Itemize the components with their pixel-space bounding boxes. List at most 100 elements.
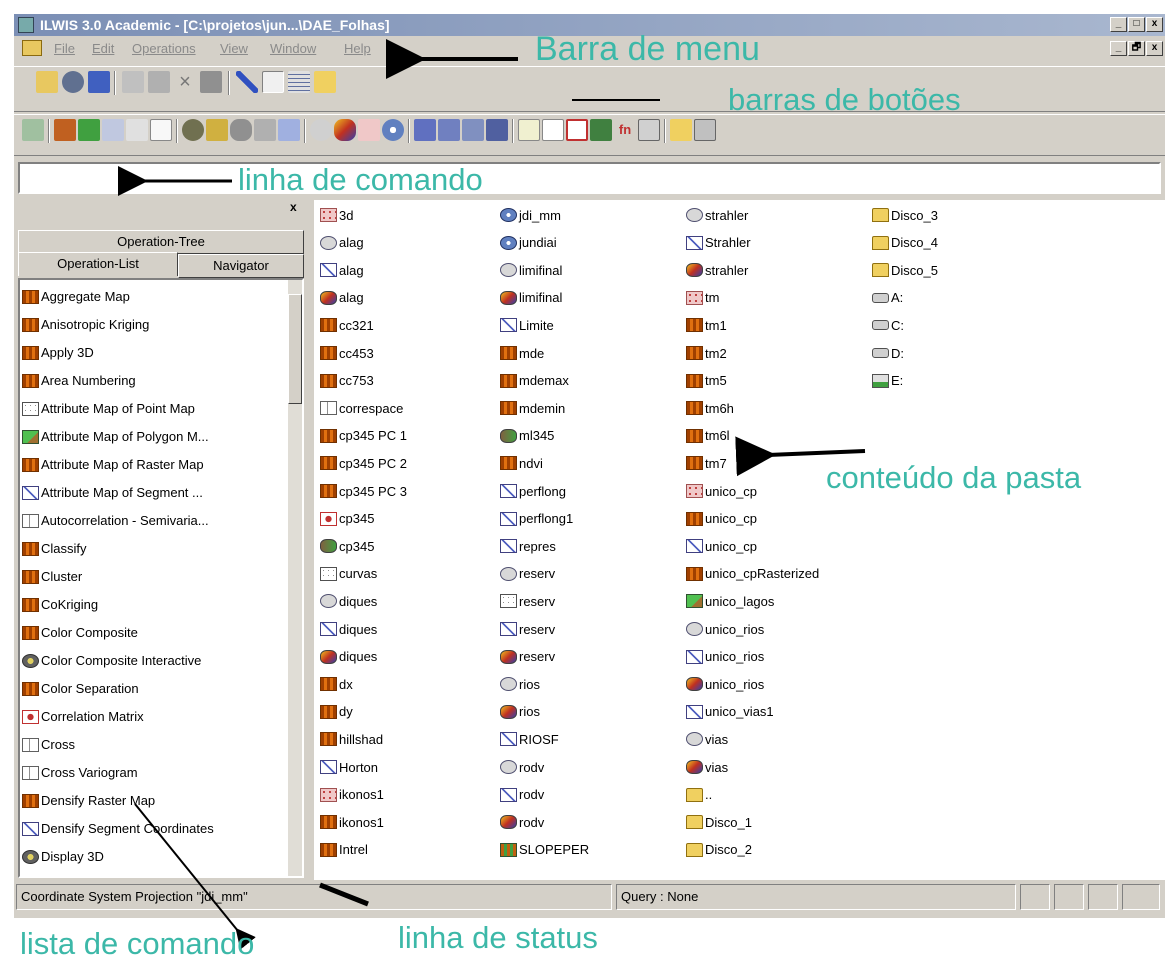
- sample-set-icon[interactable]: [486, 119, 508, 141]
- info-icon[interactable]: [88, 71, 110, 93]
- user-function-icon[interactable]: fn: [614, 119, 636, 141]
- catalog-item[interactable]: mde: [500, 342, 544, 364]
- catalog-item[interactable]: alag: [320, 259, 364, 281]
- operation-item[interactable]: Aggregate Map: [22, 284, 130, 309]
- menu-operations[interactable]: Operations: [132, 41, 196, 56]
- mdi-restore-button[interactable]: 🗗: [1128, 41, 1145, 56]
- representation-icon[interactable]: [334, 119, 356, 141]
- filter-icon[interactable]: [462, 119, 484, 141]
- coordinate-system-icon[interactable]: [382, 119, 404, 141]
- catalog-item[interactable]: diques: [320, 646, 377, 668]
- catalog-item[interactable]: ikonos1: [320, 784, 384, 806]
- menu-window[interactable]: Window: [270, 41, 316, 56]
- catalog-item[interactable]: cp345: [320, 508, 374, 530]
- catalog-item[interactable]: cp345 PC 1: [320, 425, 407, 447]
- map-list-icon[interactable]: [182, 119, 204, 141]
- georeference-icon[interactable]: [358, 119, 380, 141]
- operation-item[interactable]: Attribute Map of Point Map: [22, 396, 195, 421]
- catalog-item[interactable]: ndvi: [500, 452, 543, 474]
- catalog-item[interactable]: A:: [872, 287, 903, 309]
- catalog-item[interactable]: limifinal: [500, 259, 562, 281]
- catalog-item[interactable]: reserv: [500, 590, 555, 612]
- mdi-minimize-button[interactable]: _: [1110, 41, 1127, 56]
- catalog-item[interactable]: E:: [872, 370, 903, 392]
- catalog-item[interactable]: Disco_1: [686, 811, 752, 833]
- drive-icon[interactable]: [694, 119, 716, 141]
- catalog-item[interactable]: cc453: [320, 342, 374, 364]
- catalog-item[interactable]: tm6h: [686, 397, 734, 419]
- catalog-item[interactable]: unico_rios: [686, 618, 764, 640]
- catalog-item[interactable]: Horton: [320, 756, 378, 778]
- folder-icon[interactable]: [670, 119, 692, 141]
- catalog-item[interactable]: ml345: [500, 425, 554, 447]
- delete-icon[interactable]: ×: [174, 71, 196, 93]
- catalog-item[interactable]: curvas: [320, 563, 377, 585]
- panel-close-button[interactable]: x: [290, 200, 297, 214]
- catalog-item[interactable]: unico_cp: [686, 508, 757, 530]
- catalog-item[interactable]: perflong: [500, 480, 566, 502]
- paste-icon[interactable]: [148, 71, 170, 93]
- menu-edit[interactable]: Edit: [92, 41, 114, 56]
- new-point-icon[interactable]: [126, 119, 148, 141]
- catalog-item[interactable]: dy: [320, 701, 353, 723]
- catalog-item[interactable]: repres: [500, 535, 556, 557]
- catalog-item[interactable]: diques: [320, 618, 377, 640]
- catalog-item[interactable]: alag: [320, 287, 364, 309]
- catalog-item[interactable]: cp345 PC 2: [320, 452, 407, 474]
- catalog-item[interactable]: reserv: [500, 563, 555, 585]
- up-folder-icon[interactable]: [314, 71, 336, 93]
- catalog-item[interactable]: cc753: [320, 370, 374, 392]
- properties-icon[interactable]: [62, 71, 84, 93]
- catalog-item[interactable]: tm: [686, 287, 719, 309]
- list-view-icon[interactable]: [262, 71, 284, 93]
- annotation-text-icon[interactable]: [542, 119, 564, 141]
- operation-item[interactable]: Classify: [22, 536, 87, 561]
- catalog-item[interactable]: hillshad: [320, 728, 383, 750]
- operation-list[interactable]: Aggregate Map Anisotropic Kriging Apply 3D…: [18, 278, 304, 878]
- catalog-folder-icon[interactable]: [22, 40, 42, 56]
- catalog-item[interactable]: Disco_5: [872, 259, 938, 281]
- operation-item[interactable]: Attribute Map of Raster Map: [22, 452, 204, 477]
- catalog-item[interactable]: vias: [686, 728, 728, 750]
- ilwis-app-icon[interactable]: [18, 17, 34, 33]
- catalog-item[interactable]: RIOSF: [500, 728, 559, 750]
- catalog-item[interactable]: SLOPEPER: [500, 839, 589, 861]
- operation-item[interactable]: Cross Variogram: [22, 760, 138, 785]
- catalog-item[interactable]: alag: [320, 232, 364, 254]
- catalog-item[interactable]: vias: [686, 756, 728, 778]
- catalog-item[interactable]: unico_lagos: [686, 590, 774, 612]
- minimize-button[interactable]: _: [1110, 17, 1127, 32]
- catalog-item[interactable]: 3d: [320, 204, 353, 226]
- catalog-item[interactable]: unico_cp: [686, 480, 757, 502]
- catalog-item[interactable]: D:: [872, 342, 904, 364]
- catalog-item[interactable]: unico_rios: [686, 673, 764, 695]
- catalog-item[interactable]: tm1: [686, 314, 727, 336]
- window-icon[interactable]: [638, 119, 660, 141]
- catalog-item[interactable]: unico_cpRasterized: [686, 563, 819, 585]
- operation-item[interactable]: Cluster: [22, 564, 82, 589]
- operation-item[interactable]: Attribute Map of Segment ...: [22, 480, 203, 505]
- scrollbar-thumb[interactable]: [288, 294, 302, 404]
- catalog-item[interactable]: Intrel: [320, 839, 368, 861]
- matrix-icon[interactable]: [566, 119, 588, 141]
- catalog-item[interactable]: mdemax: [500, 370, 569, 392]
- catalog-item[interactable]: strahler: [686, 204, 748, 226]
- operation-item[interactable]: Area Numbering: [22, 368, 136, 393]
- catalog-item[interactable]: cp345 PC 3: [320, 480, 407, 502]
- menu-view[interactable]: View: [220, 41, 248, 56]
- line-icon[interactable]: [236, 71, 258, 93]
- operation-item[interactable]: Autocorrelation - Semivaria...: [22, 508, 209, 533]
- graph-icon[interactable]: [278, 119, 300, 141]
- catalog-item[interactable]: limifinal: [500, 287, 562, 309]
- catalog-content[interactable]: 3d alag alag alag cc321 cc453 cc753 correspace c…: [314, 200, 1165, 880]
- catalog-item[interactable]: diques: [320, 590, 377, 612]
- catalog-item[interactable]: reserv: [500, 646, 555, 668]
- operation-item[interactable]: Anisotropic Kriging: [22, 312, 149, 337]
- function-icon[interactable]: [438, 119, 460, 141]
- catalog-item[interactable]: tm6l: [686, 425, 730, 447]
- script-icon[interactable]: [414, 119, 436, 141]
- details-view-icon[interactable]: [288, 71, 310, 93]
- catalog-item[interactable]: tm2: [686, 342, 727, 364]
- open-icon[interactable]: [36, 71, 58, 93]
- new-table-icon[interactable]: [150, 119, 172, 141]
